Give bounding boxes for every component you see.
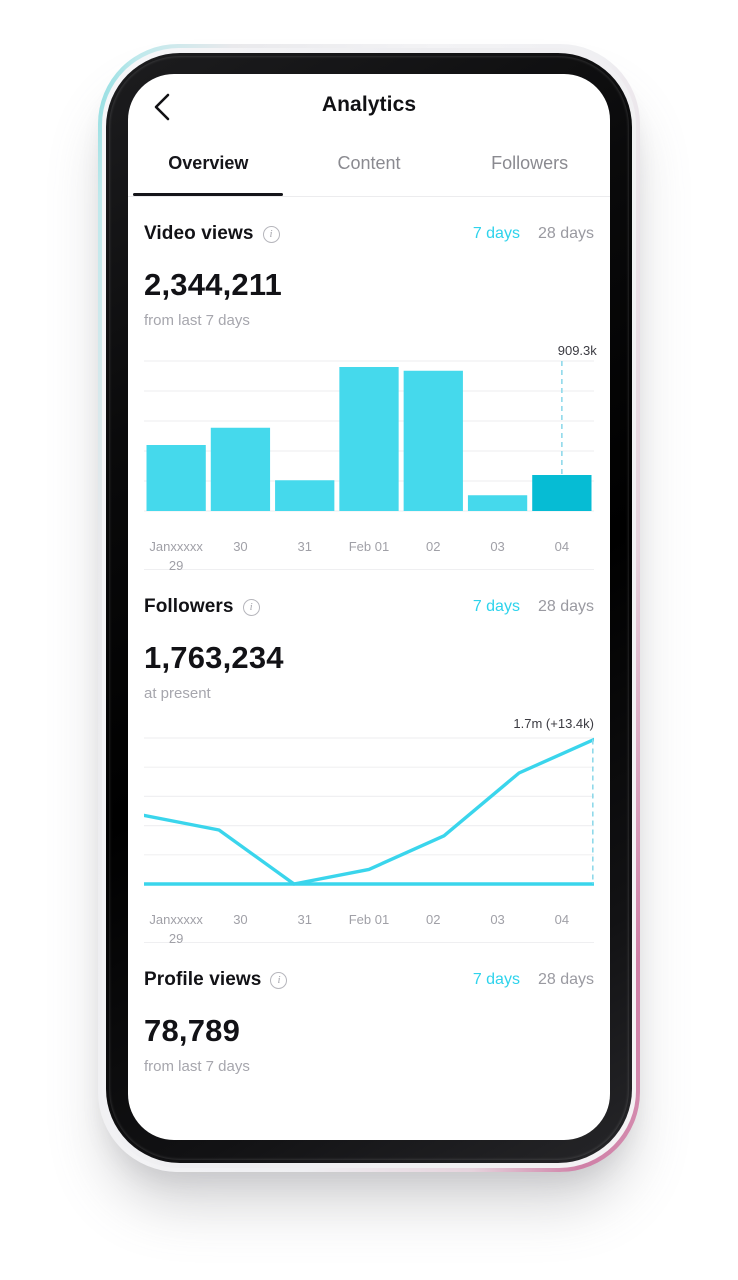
line-chart-x-axis: Janxxxxx 29 30 31 Feb 01 02 03 04 — [144, 911, 594, 949]
x-tick-3: Feb 01 — [348, 912, 390, 927]
bar-0[interactable] — [146, 445, 206, 511]
tab-bar: Overview Content Followers — [128, 138, 610, 196]
tab-followers[interactable]: Followers — [449, 138, 610, 196]
bar-5[interactable] — [467, 495, 528, 511]
bar-6[interactable] — [532, 475, 592, 511]
bar-4[interactable] — [403, 370, 463, 511]
x-tick-5: 03 — [490, 912, 505, 927]
range-28-days[interactable]: 28 days — [538, 971, 594, 989]
followers-subtitle: at present — [144, 685, 211, 702]
info-icon[interactable]: i — [270, 971, 288, 989]
line-chart-svg — [144, 737, 594, 886]
profile-views-subtitle: from last 7 days — [144, 1058, 250, 1075]
info-icon[interactable]: i — [242, 598, 260, 616]
line-chart-tooltip: 1.7m (+13.4k) — [513, 716, 594, 731]
info-icon[interactable]: i — [262, 225, 280, 243]
section-profile-views: Profile views i 7 days 28 days 78,789 fr… — [128, 943, 610, 1075]
bar-chart-svg — [144, 360, 594, 512]
page-title: Analytics — [321, 93, 417, 116]
followers-range-group: 7 days 28 days — [473, 598, 594, 616]
bar-chart-tooltip: 909.3k — [557, 343, 597, 358]
top-bar: Analytics — [128, 74, 610, 138]
x-tick-1: 30 — [233, 539, 248, 554]
x-tick-4: 02 — [426, 539, 441, 554]
followers-header: Followers i 7 days 28 days — [144, 596, 594, 618]
profile-views-range-group: 7 days 28 days — [473, 971, 594, 989]
section-followers: Followers i 7 days 28 days 1,763,234 at … — [128, 570, 610, 946]
profile-views-header: Profile views i 7 days 28 days — [144, 969, 594, 991]
x-tick-6: 04 — [554, 539, 570, 554]
x-tick-4: 02 — [426, 912, 441, 927]
range-28-days[interactable]: 28 days — [538, 598, 594, 616]
x-tick-6: 04 — [554, 912, 570, 927]
video-views-subtitle: from last 7 days — [144, 312, 250, 329]
tab-overview-label: Overview — [168, 152, 249, 173]
followers-value: 1,763,234 — [144, 640, 284, 675]
x-tick-2: 31 — [297, 539, 312, 554]
section-video-views: Video views i 7 days 28 days 2,344,211 f… — [128, 197, 610, 573]
x-tick-2: 31 — [297, 912, 312, 927]
video-views-value: 2,344,211 — [144, 267, 283, 302]
x-tick-3: Feb 01 — [348, 539, 390, 554]
tab-content-label: Content — [337, 152, 401, 173]
profile-views-title: Profile views — [144, 969, 262, 990]
x-tick-5: 03 — [490, 539, 505, 554]
tab-content[interactable]: Content — [289, 138, 450, 196]
bar-3[interactable] — [339, 367, 399, 511]
video-views-title: Video views — [144, 223, 254, 244]
tab-overview[interactable]: Overview — [128, 138, 289, 196]
tab-followers-label: Followers — [491, 152, 569, 173]
video-views-chart[interactable]: 909.3k Janxxxxx 29 30 31 Feb 01 02 03 04 — [144, 343, 597, 573]
range-7-days[interactable]: 7 days — [473, 225, 520, 243]
bar-2[interactable] — [275, 480, 335, 511]
range-7-days[interactable]: 7 days — [473, 971, 520, 989]
bar-1[interactable] — [210, 427, 271, 511]
followers-title: Followers — [144, 596, 234, 617]
screenshot-root: Analytics Overview Content Followers Vid… — [0, 0, 738, 1280]
range-28-days[interactable]: 28 days — [538, 225, 594, 243]
range-7-days[interactable]: 7 days — [473, 598, 520, 616]
x-tick-1: 30 — [233, 912, 248, 927]
video-views-header: Video views i 7 days 28 days — [144, 223, 594, 245]
phone-screen: Analytics Overview Content Followers Vid… — [128, 74, 610, 1140]
followers-chart[interactable]: 1.7m (+13.4k) Janxxxxx 29 30 31 Feb 01 02 03 04 — [144, 716, 594, 946]
x-tick-0: Janxxxxx 29 — [149, 539, 203, 573]
x-tick-0: Janxxxxx 29 — [149, 912, 203, 946]
video-views-range-group: 7 days 28 days — [473, 225, 594, 243]
bar-chart-x-axis: Janxxxxx 29 30 31 Feb 01 02 03 04 — [144, 538, 594, 576]
line-series-followers-net[interactable] — [144, 737, 594, 886]
profile-views-value: 78,789 — [144, 1013, 241, 1048]
